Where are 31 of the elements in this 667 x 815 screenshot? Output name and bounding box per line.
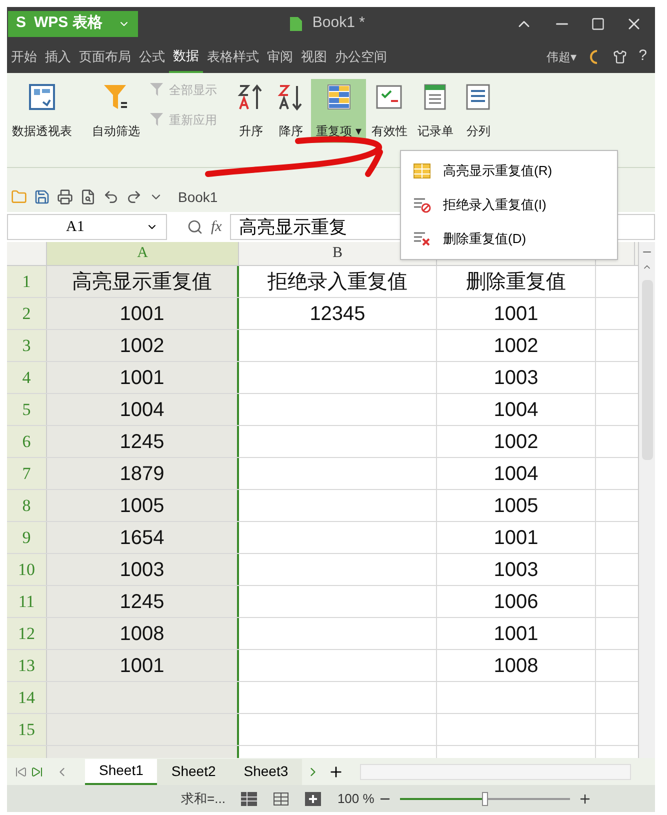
table-cell: 1003 (47, 554, 239, 585)
table-cell: 1003 (437, 554, 596, 585)
zoom-readout: 100 % (337, 790, 374, 808)
table-cell: 1004 (437, 394, 596, 425)
table-cell: 1001 (47, 650, 239, 681)
table-cell: 1004 (437, 458, 596, 489)
table-cell: 1002 (437, 426, 596, 457)
table-cell: 1002 (437, 330, 596, 361)
table-cell: 12345 (239, 298, 437, 329)
table-cell: 删除重复值 (437, 266, 596, 297)
sum-readout: 求和=... (181, 790, 226, 808)
table-cell: 1245 (47, 586, 239, 617)
table-cell: 1004 (47, 394, 239, 425)
table-cell: 1008 (437, 650, 596, 681)
table-cell: 1005 (47, 490, 239, 521)
table-cell: 高亮显示重复值 (47, 266, 239, 297)
table-cell: 1006 (437, 586, 596, 617)
table-cell: 1245 (47, 426, 239, 457)
table-cell: 1001 (47, 362, 239, 393)
table-cell: 1879 (47, 458, 239, 489)
table-cell: 1654 (47, 522, 239, 553)
table-cell: 1001 (47, 298, 239, 329)
table-cell: 1002 (47, 330, 239, 361)
table-cell: 1001 (437, 618, 596, 649)
table-cell: 1005 (437, 490, 596, 521)
table-cell: 1001 (437, 298, 596, 329)
table-cell: 1008 (47, 618, 239, 649)
table-cell: 拒绝录入重复值 (239, 266, 437, 297)
table-cell: 1001 (437, 522, 596, 553)
table-cell: 1003 (437, 362, 596, 393)
window-title: Book1 * (312, 13, 365, 34)
